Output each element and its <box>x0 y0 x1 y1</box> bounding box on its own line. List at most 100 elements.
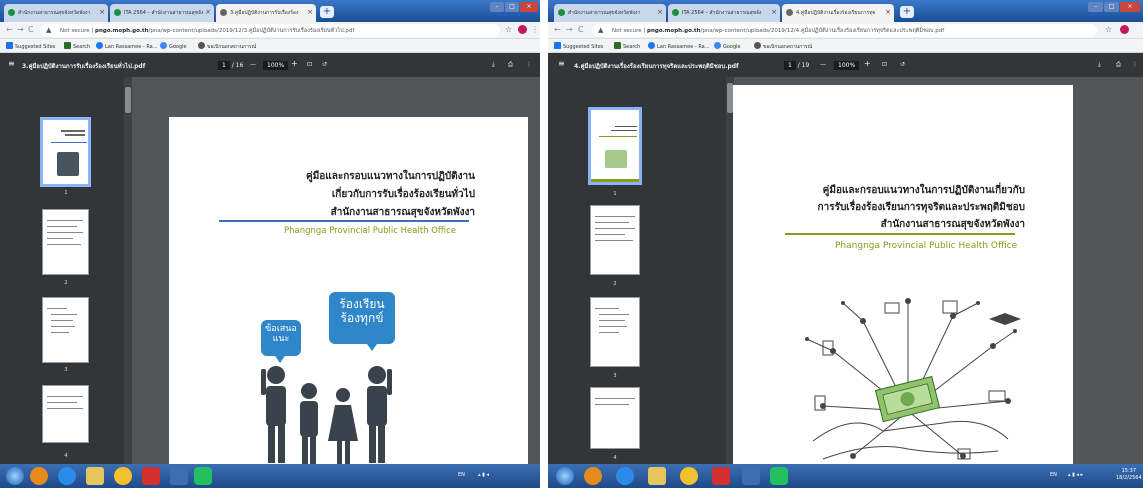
tab-pdf-active[interactable]: 4.คู่มือปฏิบัติงานเรื่องร้องเรียนการทุจ × <box>782 4 894 22</box>
system-clock[interactable]: 15:37 18/2/2564 <box>1116 468 1142 482</box>
close-tab-icon[interactable]: × <box>205 8 211 16</box>
bookmark-lan[interactable]: Lan Rassamee - Ra... <box>96 42 158 50</box>
close-window-button[interactable]: × <box>520 2 538 12</box>
fit-page-icon[interactable]: ⊡ <box>882 61 887 68</box>
zoom-out-button[interactable]: — <box>250 61 256 68</box>
print-icon[interactable]: ⎙ <box>1116 61 1121 69</box>
start-button[interactable] <box>556 467 574 485</box>
zoom-in-button[interactable]: + <box>864 59 871 68</box>
maximize-button[interactable]: □ <box>505 2 519 12</box>
profile-avatar[interactable] <box>1120 25 1129 34</box>
tray-icons[interactable]: ▴ ▮ ◂ <box>478 472 489 478</box>
bookmark-suggested[interactable]: Suggested Sites <box>554 42 603 50</box>
download-icon[interactable]: ⤓ <box>1098 61 1101 69</box>
media-player-icon[interactable] <box>584 467 602 485</box>
ie-icon[interactable] <box>58 467 76 485</box>
close-tab-icon[interactable]: × <box>307 8 313 16</box>
print-icon[interactable]: ⎙ <box>508 61 513 69</box>
close-window-button[interactable]: × <box>1120 2 1140 12</box>
tab-ita[interactable]: ITA 2564 – สำนักงานสาธารณสุขจัง × <box>110 4 214 22</box>
bookmark-lan[interactable]: Lan Rassamee - Ra... <box>648 42 710 50</box>
bookmark-suggested[interactable]: Suggested Sites <box>6 42 55 50</box>
doc-title-line-3: สำนักงานสาธารณสุขจังหวัดพังงา <box>330 207 475 218</box>
page-thumbnail[interactable] <box>42 209 89 275</box>
tab-pngo-home[interactable]: สำนักงานสาธารณสุขจังหวัดพังงา × <box>554 4 666 22</box>
globe-icon <box>786 9 793 16</box>
more-options-icon[interactable]: ⋮ <box>526 61 532 68</box>
bookmark-star-icon[interactable]: ☆ <box>505 25 512 34</box>
explorer-icon[interactable] <box>86 467 104 485</box>
forward-arrow-icon[interactable]: → <box>566 25 573 34</box>
tab-pdf-active[interactable]: 3.คู่มือปฏิบัติงานการรับเรื่องร้อง × <box>216 4 316 22</box>
page-indicator[interactable]: 1 / 19 <box>784 61 809 70</box>
page-thumbnail[interactable] <box>590 387 640 449</box>
rotate-icon[interactable]: ↺ <box>322 61 327 68</box>
bookmark-thai[interactable]: ขอเบิกนอกสถานการณ์ <box>754 42 812 51</box>
page-thumbnail[interactable] <box>40 117 91 187</box>
minimize-button[interactable]: – <box>490 2 504 12</box>
new-tab-button[interactable]: + <box>320 6 334 18</box>
bookmark-google[interactable]: Google <box>714 42 741 50</box>
fit-page-icon[interactable]: ⊡ <box>307 61 312 68</box>
url-field[interactable]: ▲ Not secure | pngo.moph.go.th/pna/wp-co… <box>592 24 1097 37</box>
maximize-button[interactable]: □ <box>1104 2 1119 12</box>
start-button[interactable] <box>6 467 24 485</box>
new-tab-button[interactable]: + <box>900 6 914 18</box>
more-options-icon[interactable]: ⋮ <box>1132 61 1138 68</box>
close-tab-icon[interactable]: × <box>657 8 663 16</box>
page-thumbnail[interactable] <box>588 107 642 185</box>
tab-pngo-home[interactable]: สำนักงานสาธารณสุขจังหวัดพังงา × <box>4 4 108 22</box>
url-field[interactable]: ▲ Not secure | pngo.moph.go.th/pna/wp-co… <box>40 24 500 37</box>
sidebar-scrollbar[interactable] <box>124 77 132 464</box>
language-indicator[interactable]: EN <box>1050 472 1057 478</box>
scrollbar-thumb[interactable] <box>125 87 131 113</box>
acrobat-icon[interactable] <box>712 467 730 485</box>
page-thumbnail[interactable] <box>42 385 89 443</box>
forward-arrow-icon[interactable]: → <box>17 25 24 34</box>
language-indicator[interactable]: EN <box>458 472 465 478</box>
menu-kebab-icon[interactable]: ⋮ <box>531 25 539 34</box>
zoom-level[interactable]: 100% <box>834 61 860 70</box>
bookmark-star-icon[interactable]: ☆ <box>1105 25 1112 34</box>
line-app-icon[interactable] <box>194 467 212 485</box>
bookmark-search[interactable]: Search <box>64 42 90 50</box>
zoom-in-button[interactable]: + <box>291 59 298 68</box>
chrome-icon[interactable] <box>114 467 132 485</box>
doc-title-line-1: คู่มือและกรอบแนวทางในการปฏิบัติงาน <box>306 171 475 182</box>
back-arrow-icon[interactable]: ← <box>6 25 13 34</box>
media-player-icon[interactable] <box>30 467 48 485</box>
pdf-viewport[interactable]: คู่มือและกรอบแนวทางในการปฏิบัติงานเกี่ยว… <box>733 77 1143 469</box>
address-bar-row: ← → C ▲ Not secure | pngo.moph.go.th/pna… <box>548 22 1143 39</box>
tab-ita[interactable]: ITA 2564 – สำนักงานสาธารณสุขจัง × <box>668 4 780 22</box>
page-indicator[interactable]: 1 / 16 <box>218 61 243 70</box>
bookmark-google[interactable]: Google <box>160 42 187 50</box>
bookmark-thai[interactable]: ขอเบิกนอกสถานการณ์ <box>198 42 256 51</box>
zoom-level[interactable]: 100% <box>263 61 289 70</box>
download-icon[interactable]: ⤓ <box>492 61 495 69</box>
reload-icon[interactable]: C <box>578 25 584 34</box>
page-thumbnail[interactable] <box>590 205 640 275</box>
minimize-button[interactable]: – <box>1088 2 1103 12</box>
zoom-out-button[interactable]: — <box>820 61 826 68</box>
chrome-icon[interactable] <box>680 467 698 485</box>
line-app-icon[interactable] <box>770 467 788 485</box>
bookmark-search[interactable]: Search <box>614 42 640 50</box>
back-arrow-icon[interactable]: ← <box>554 25 561 34</box>
ie-icon[interactable] <box>616 467 634 485</box>
pdf-viewport[interactable]: คู่มือและกรอบแนวทางในการปฏิบัติงาน เกี่ย… <box>132 77 540 477</box>
rotate-icon[interactable]: ↺ <box>900 61 905 68</box>
explorer-icon[interactable] <box>648 467 666 485</box>
sidebar-menu-icon[interactable]: ≡ <box>8 59 15 68</box>
acrobat-icon[interactable] <box>142 467 160 485</box>
app-icon[interactable] <box>170 467 188 485</box>
reload-icon[interactable]: C <box>28 25 34 34</box>
sidebar-menu-icon[interactable]: ≡ <box>558 59 565 68</box>
close-tab-icon[interactable]: × <box>771 8 777 16</box>
profile-avatar[interactable] <box>518 25 527 34</box>
close-tab-icon[interactable]: × <box>99 8 105 16</box>
app-icon[interactable] <box>742 467 760 485</box>
page-thumbnail[interactable] <box>590 297 640 367</box>
tray-icons[interactable]: ▴ ▮ ◂ ▸ <box>1068 472 1083 478</box>
close-tab-icon[interactable]: × <box>885 8 891 16</box>
page-thumbnail[interactable] <box>42 297 89 363</box>
